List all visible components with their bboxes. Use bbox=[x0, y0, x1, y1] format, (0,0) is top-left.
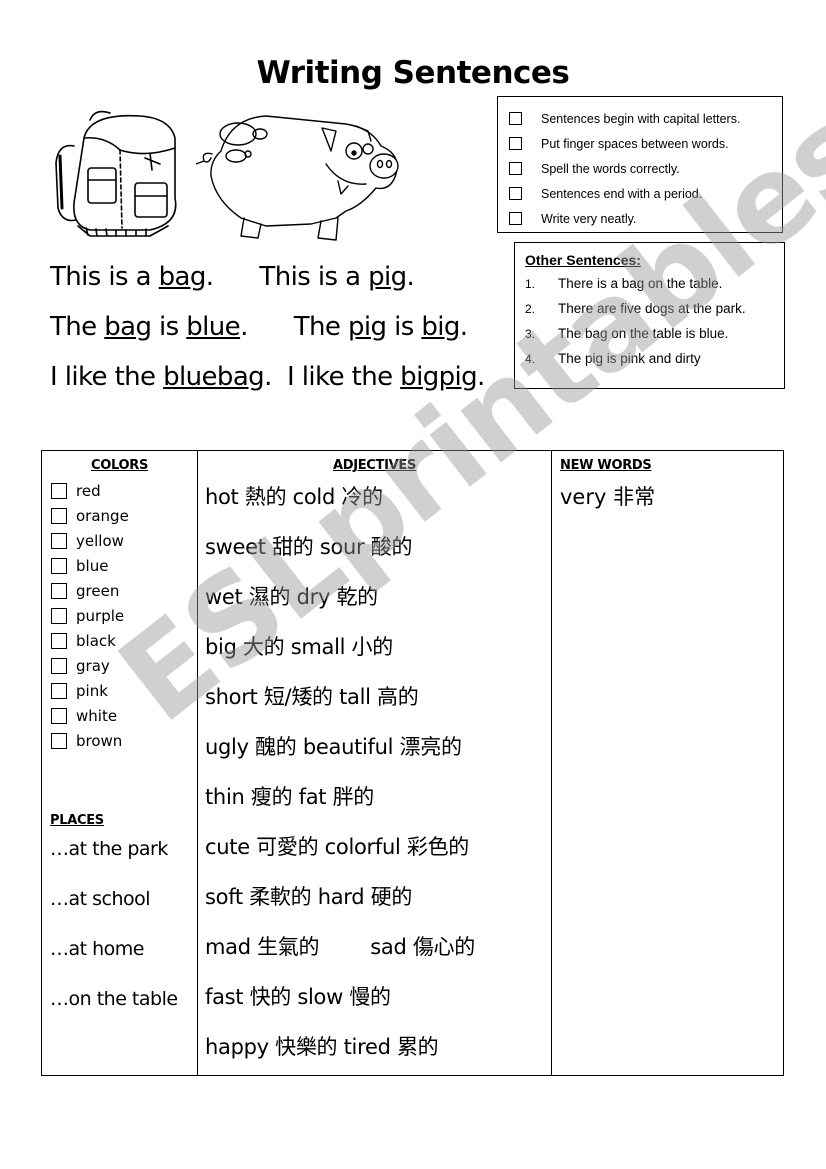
pig-illustration bbox=[196, 115, 399, 241]
color-label: yellow bbox=[76, 531, 124, 550]
places-header: PLACES bbox=[50, 813, 104, 828]
color-item[interactable]: orange bbox=[51, 503, 197, 528]
color-label: brown bbox=[76, 731, 123, 750]
color-label: white bbox=[76, 706, 118, 725]
color-label: gray bbox=[76, 656, 110, 675]
color-item[interactable]: black bbox=[51, 628, 197, 653]
color-label: black bbox=[76, 631, 116, 650]
checkbox[interactable] bbox=[509, 162, 522, 175]
place-item: …at the park bbox=[50, 838, 168, 860]
sentence-line: I like the bluebag. I like the bigpig. bbox=[50, 362, 485, 392]
place-item: …on the table bbox=[50, 988, 178, 1010]
places-list: …at the park …at school …at home …on the ta… bbox=[50, 838, 178, 1038]
checkbox[interactable] bbox=[51, 532, 67, 549]
adjective-pair: thin 瘦的 fat 胖的 bbox=[205, 785, 375, 809]
colors-header: COLORS bbox=[90, 458, 149, 473]
backpack-illustration bbox=[55, 110, 177, 237]
place-item: …at school bbox=[50, 888, 151, 910]
new-words-list: very 非常 bbox=[552, 477, 783, 527]
sentence-line: The bag is blue. The pig is big. bbox=[50, 312, 468, 342]
color-item[interactable]: purple bbox=[51, 603, 197, 628]
colors-list: red orange yellow blue green purple black gray p… bbox=[42, 478, 197, 753]
color-label: pink bbox=[76, 681, 108, 700]
color-item[interactable]: blue bbox=[51, 553, 197, 578]
adjective-pair: happy 快樂的 tired 累的 bbox=[205, 1035, 439, 1059]
adjective-pair: big 大的 small 小的 bbox=[205, 635, 393, 659]
adjective-pair: short 短/矮的 tall 高的 bbox=[205, 685, 419, 709]
new-word-item: very 非常 bbox=[560, 485, 656, 509]
other-sentence-item: 2. There are five dogs at the park. bbox=[525, 301, 746, 316]
other-sentence-item: 4. The pig is pink and dirty bbox=[525, 351, 701, 366]
color-label: red bbox=[76, 481, 101, 500]
checkbox[interactable] bbox=[51, 682, 67, 699]
color-label: green bbox=[76, 581, 120, 600]
checkbox[interactable] bbox=[509, 212, 522, 225]
checklist-item[interactable]: Sentences begin with capital letters. bbox=[498, 106, 782, 131]
color-label: orange bbox=[76, 506, 129, 525]
adjective-pair: soft 柔軟的 hard 硬的 bbox=[205, 885, 413, 909]
color-item[interactable]: gray bbox=[51, 653, 197, 678]
vocabulary-table: COLORS red orange yellow blue green purple bla… bbox=[41, 450, 784, 1076]
adjective-pair: sweet 甜的 sour 酸的 bbox=[205, 535, 413, 559]
checkbox[interactable] bbox=[51, 732, 67, 749]
color-item[interactable]: brown bbox=[51, 728, 197, 753]
checklist-item[interactable]: Sentences end with a period. bbox=[498, 181, 782, 206]
place-item: …at home bbox=[50, 938, 144, 960]
color-item[interactable]: yellow bbox=[51, 528, 197, 553]
checkbox[interactable] bbox=[51, 707, 67, 724]
checkbox[interactable] bbox=[51, 607, 67, 624]
adjective-pair: hot 熱的 cold 冷的 bbox=[205, 485, 383, 509]
checklist-item[interactable]: Write very neatly. bbox=[498, 206, 782, 231]
sentence-line: This is a bag. This is a pig. bbox=[50, 262, 415, 292]
colors-places-column: COLORS red orange yellow blue green purple bla… bbox=[42, 451, 198, 1075]
color-item[interactable]: white bbox=[51, 703, 197, 728]
other-sentence-item: 1. There is a bag on the table. bbox=[525, 276, 723, 291]
adjective-pair: fast 快的 slow 慢的 bbox=[205, 985, 391, 1009]
checklist-item[interactable]: Spell the words correctly. bbox=[498, 156, 782, 181]
new-words-column: NEW WORDS very 非常 bbox=[552, 451, 783, 1075]
checkbox[interactable] bbox=[51, 557, 67, 574]
checkbox[interactable] bbox=[51, 482, 67, 499]
checkbox[interactable] bbox=[509, 112, 522, 125]
adjective-pair: ugly 醜的 beautiful 漂亮的 bbox=[205, 735, 462, 759]
adjective-pair: mad 生氣的 sad 傷心的 bbox=[205, 935, 475, 959]
color-label: blue bbox=[76, 556, 109, 575]
checkbox[interactable] bbox=[51, 507, 67, 524]
checkbox[interactable] bbox=[509, 187, 522, 200]
other-sentences-box: Other Sentences: 1. There is a bag on the… bbox=[514, 242, 785, 389]
adjectives-column: ADJECTIVES hot 熱的 cold 冷的 sweet 甜的 sour 酸… bbox=[198, 451, 552, 1075]
checklist-item[interactable]: Put finger spaces between words. bbox=[498, 131, 782, 156]
checkbox[interactable] bbox=[51, 582, 67, 599]
color-item[interactable]: red bbox=[51, 478, 197, 503]
new-words-header: NEW WORDS bbox=[560, 458, 652, 473]
page-title: Writing Sentences bbox=[256, 55, 570, 91]
checkbox[interactable] bbox=[51, 632, 67, 649]
writing-checklist: Sentences begin with capital letters. Pu… bbox=[497, 96, 783, 233]
checkbox[interactable] bbox=[509, 137, 522, 150]
other-sentence-item: 3. The bag on the table is blue. bbox=[525, 326, 729, 341]
checkbox[interactable] bbox=[51, 657, 67, 674]
color-item[interactable]: green bbox=[51, 578, 197, 603]
adjective-pair: wet 濕的 dry 乾的 bbox=[205, 585, 378, 609]
adjectives-header: ADJECTIVES bbox=[332, 458, 417, 473]
adjectives-list: hot 熱的 cold 冷的 sweet 甜的 sour 酸的 wet 濕的 dry… bbox=[198, 477, 551, 1077]
adjective-pair: cute 可愛的 colorful 彩色的 bbox=[205, 835, 469, 859]
example-sentences: This is a bag. This is a pig. The bag is… bbox=[50, 257, 485, 407]
other-sentences-header: Other Sentences: bbox=[525, 252, 641, 268]
color-label: purple bbox=[76, 606, 125, 625]
color-item[interactable]: pink bbox=[51, 678, 197, 703]
